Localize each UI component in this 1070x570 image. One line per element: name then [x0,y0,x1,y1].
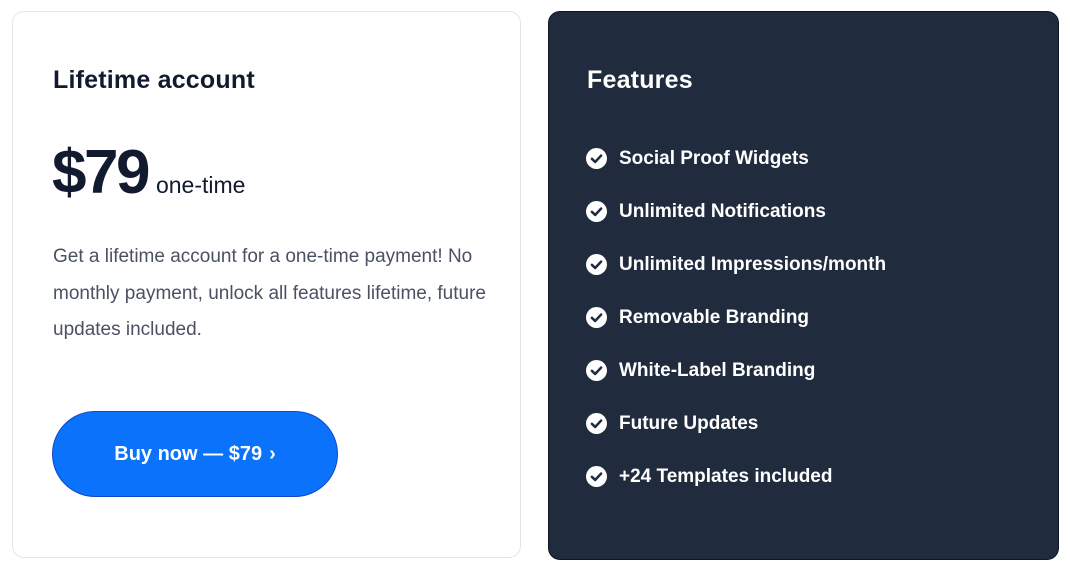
price-row: $79 one-time [52,142,245,204]
feature-item: Unlimited Impressions/month [586,238,886,291]
feature-item: White-Label Branding [586,344,886,397]
check-circle-icon [586,148,607,169]
check-circle-icon [586,254,607,275]
features-title: Features [587,66,693,94]
plan-description: Get a lifetime account for a one-time pa… [53,246,486,340]
check-circle-icon [586,360,607,381]
feature-label: Future Updates [619,412,759,434]
price-amount: $79 [52,138,150,207]
plan-title: Lifetime account [53,66,255,94]
chevron-right-icon: › [269,443,276,465]
feature-item: Social Proof Widgets [586,132,886,185]
price-period: one-time [155,172,246,198]
pricing-section: Lifetime account $79 one-time Get a life… [0,0,1070,570]
feature-label: Unlimited Impressions/month [619,253,887,275]
features-card: Features Social Proof Widgets Unlimited … [548,11,1059,560]
check-circle-icon [586,201,607,222]
feature-label: Social Proof Widgets [619,147,809,169]
feature-item: +24 Templates included [586,450,886,503]
feature-label: White-Label Branding [619,359,816,381]
check-circle-icon [586,466,607,487]
lifetime-plan-card: Lifetime account $79 one-time Get a life… [12,11,521,558]
feature-label: +24 Templates included [619,465,833,487]
feature-list: Social Proof Widgets Unlimited Notificat… [586,132,886,503]
buy-now-button[interactable]: Buy now — $79 › [52,411,338,497]
check-circle-icon [586,413,607,434]
check-circle-icon [586,307,607,328]
feature-label: Unlimited Notifications [619,200,826,222]
feature-item: Unlimited Notifications [586,185,886,238]
feature-label: Removable Branding [619,306,810,328]
feature-item: Removable Branding [586,291,886,344]
buy-button-label: Buy now — $79 [114,442,263,465]
feature-item: Future Updates [586,397,886,450]
